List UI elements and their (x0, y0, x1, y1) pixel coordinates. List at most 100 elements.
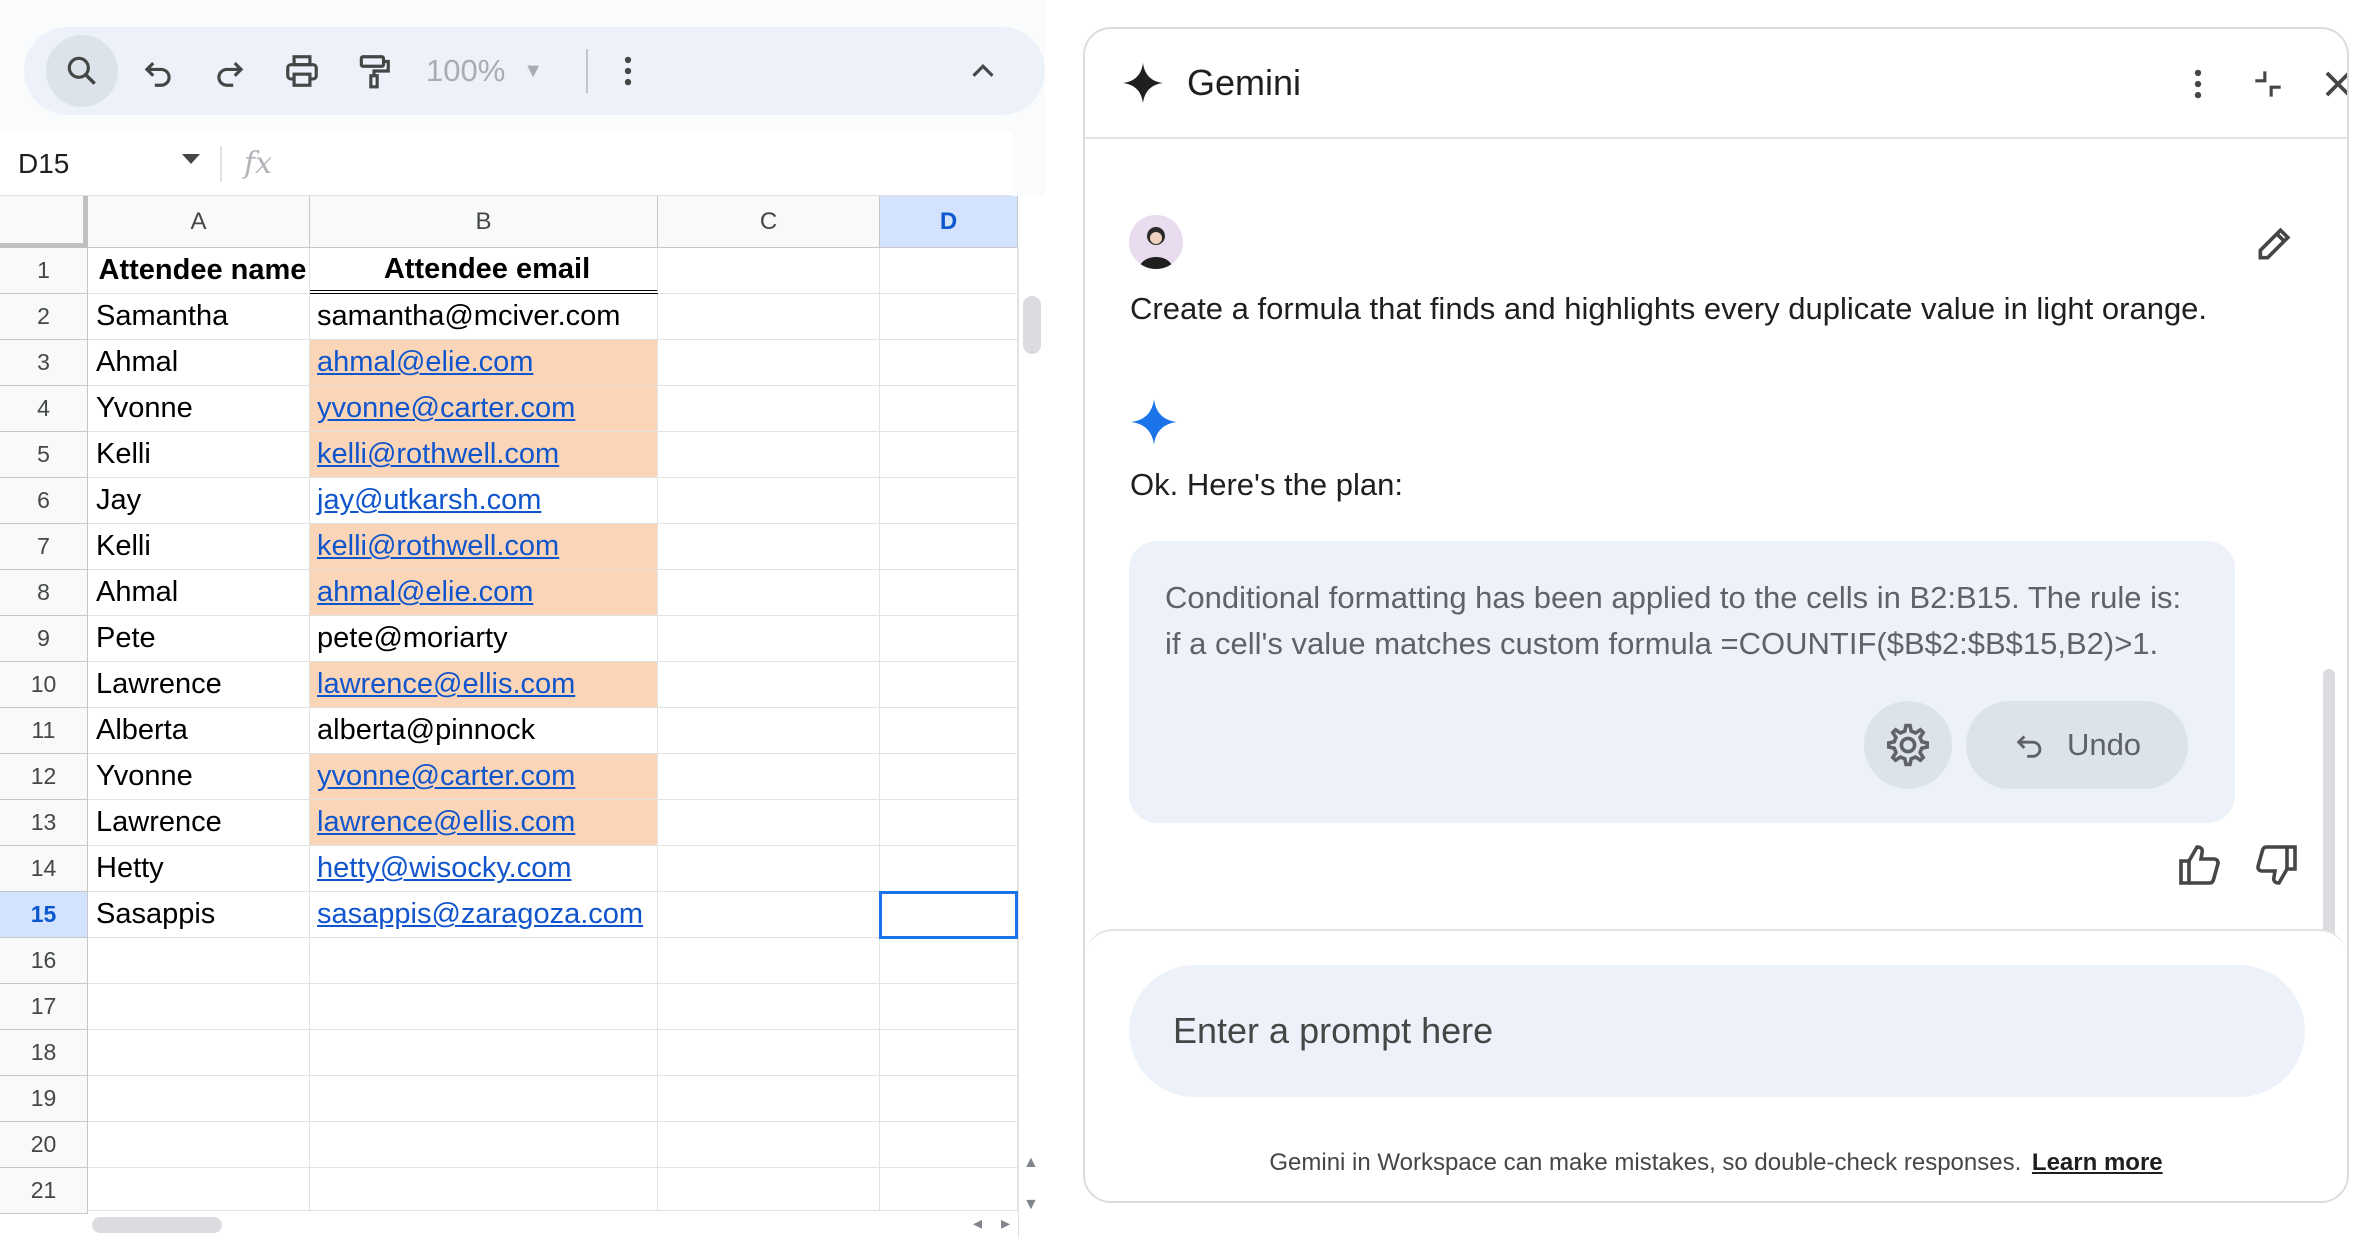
attendee-email-cell[interactable]: pete@moriarty (310, 616, 658, 662)
row-header[interactable]: 17 (0, 984, 88, 1030)
cell[interactable] (658, 524, 880, 570)
open-settings-button[interactable] (1864, 701, 1952, 789)
row-header[interactable]: 2 (0, 294, 88, 340)
cell[interactable] (658, 570, 880, 616)
scroll-up-icon[interactable]: ▲ (1023, 1154, 1039, 1172)
attendee-email-cell[interactable]: kelli@rothwell.com (310, 432, 658, 478)
row-header[interactable]: 16 (0, 938, 88, 984)
row-header[interactable]: 20 (0, 1122, 88, 1168)
cell[interactable] (880, 248, 1018, 294)
email-link[interactable]: yvonne@carter.com (317, 392, 575, 425)
row-header[interactable]: 19 (0, 1076, 88, 1122)
email-link[interactable]: ahmal@elie.com (317, 576, 533, 609)
attendee-name-cell[interactable]: Jay (88, 478, 310, 524)
scroll-right-icon[interactable]: ▸ (1001, 1213, 1010, 1234)
row-header[interactable]: 9 (0, 616, 88, 662)
cell[interactable] (88, 1168, 310, 1214)
column-header-c[interactable]: C (658, 196, 880, 248)
cell[interactable] (880, 478, 1018, 524)
row-header[interactable]: 4 (0, 386, 88, 432)
row-header[interactable]: 11 (0, 708, 88, 754)
column-header-a[interactable]: A (88, 196, 310, 248)
select-all-corner[interactable] (0, 196, 88, 248)
cell[interactable] (880, 616, 1018, 662)
cell[interactable] (658, 1168, 880, 1214)
cell[interactable] (880, 340, 1018, 386)
cell[interactable] (658, 708, 880, 754)
row-header[interactable]: 6 (0, 478, 88, 524)
attendee-name-cell[interactable]: Kelli (88, 524, 310, 570)
cell[interactable] (880, 846, 1018, 892)
email-link[interactable]: yvonne@carter.com (317, 760, 575, 793)
cell[interactable] (658, 846, 880, 892)
row-header[interactable]: 7 (0, 524, 88, 570)
email-link[interactable]: kelli@rothwell.com (317, 438, 559, 471)
row-header[interactable]: 18 (0, 1030, 88, 1076)
scroll-down-icon[interactable]: ▼ (1023, 1196, 1039, 1214)
cell[interactable] (880, 708, 1018, 754)
cell[interactable] (658, 294, 880, 340)
collapse-toolbar-button[interactable] (951, 39, 1015, 103)
undo-button[interactable]: Undo (1966, 701, 2188, 789)
attendee-name-cell[interactable]: Sasappis (88, 892, 310, 938)
cell[interactable] (310, 1030, 658, 1076)
cell[interactable] (880, 1076, 1018, 1122)
cell[interactable] (880, 1030, 1018, 1076)
more-options-button[interactable] (2173, 59, 2223, 109)
email-link[interactable]: ahmal@elie.com (317, 346, 533, 379)
horizontal-scrollbar[interactable]: ◂ ▸ (88, 1210, 1018, 1238)
cell[interactable] (880, 524, 1018, 570)
row-header[interactable]: 15 (0, 892, 88, 938)
attendee-name-cell[interactable]: Samantha (88, 294, 310, 340)
column-header-d[interactable]: D (880, 196, 1018, 248)
cell[interactable] (88, 1122, 310, 1168)
row-header[interactable]: 12 (0, 754, 88, 800)
cell[interactable] (880, 432, 1018, 478)
cell[interactable] (658, 754, 880, 800)
cell[interactable] (658, 248, 880, 294)
attendee-email-cell[interactable]: jay@utkarsh.com (310, 478, 658, 524)
cell[interactable] (658, 892, 880, 938)
cell[interactable] (658, 340, 880, 386)
attendee-name-cell[interactable]: Pete (88, 616, 310, 662)
header-cell-email[interactable]: Attendee email (310, 248, 658, 294)
cell[interactable] (880, 984, 1018, 1030)
attendee-email-cell[interactable]: ahmal@elie.com (310, 570, 658, 616)
cell[interactable] (880, 1122, 1018, 1168)
cell[interactable] (880, 386, 1018, 432)
horizontal-scroll-thumb[interactable] (92, 1217, 222, 1233)
attendee-name-cell[interactable]: Lawrence (88, 662, 310, 708)
email-link[interactable]: kelli@rothwell.com (317, 530, 559, 563)
row-header[interactable]: 14 (0, 846, 88, 892)
row-header[interactable]: 8 (0, 570, 88, 616)
cell[interactable] (880, 294, 1018, 340)
cell[interactable] (658, 1122, 880, 1168)
prompt-input[interactable] (1129, 965, 2305, 1097)
email-link[interactable]: sasappis@zaragoza.com (317, 898, 643, 931)
more-options-button[interactable] (596, 39, 660, 103)
cell[interactable] (88, 1076, 310, 1122)
cell[interactable] (658, 432, 880, 478)
attendee-email-cell[interactable]: ahmal@elie.com (310, 340, 658, 386)
cell[interactable] (658, 1030, 880, 1076)
cell[interactable] (658, 478, 880, 524)
attendee-name-cell[interactable]: Lawrence (88, 800, 310, 846)
attendee-email-cell[interactable]: lawrence@ellis.com (310, 662, 658, 708)
attendee-name-cell[interactable]: Yvonne (88, 754, 310, 800)
email-link[interactable]: lawrence@ellis.com (317, 806, 575, 839)
cell[interactable] (310, 984, 658, 1030)
attendee-name-cell[interactable]: Kelli (88, 432, 310, 478)
attendee-name-cell[interactable]: Yvonne (88, 386, 310, 432)
cell[interactable] (658, 800, 880, 846)
cell[interactable] (658, 616, 880, 662)
row-header[interactable]: 1 (0, 248, 88, 294)
cell[interactable] (88, 984, 310, 1030)
undo-button[interactable] (126, 39, 190, 103)
email-link[interactable]: hetty@wisocky.com (317, 852, 572, 885)
attendee-email-cell[interactable]: hetty@wisocky.com (310, 846, 658, 892)
row-header[interactable]: 13 (0, 800, 88, 846)
row-header[interactable]: 10 (0, 662, 88, 708)
cell[interactable] (658, 662, 880, 708)
row-header[interactable]: 5 (0, 432, 88, 478)
attendee-email-cell[interactable]: lawrence@ellis.com (310, 800, 658, 846)
